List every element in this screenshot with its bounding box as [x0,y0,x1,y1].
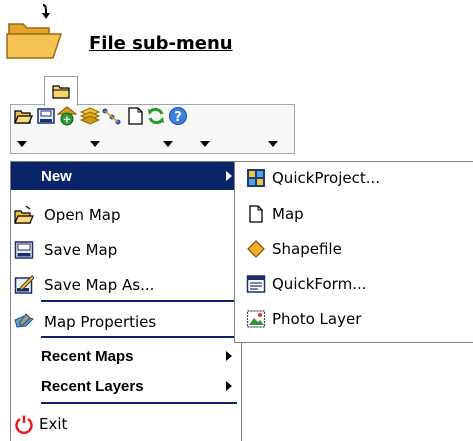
folder-tab-icon [52,85,70,99]
svg-text:?: ? [174,110,182,125]
menu-item-label: New [41,168,72,185]
quick-form-icon [246,275,266,293]
connect-icon[interactable] [101,106,121,126]
menu-item-label: Save Map [44,241,118,259]
document-dropdown-arrow-icon[interactable] [200,141,210,147]
save-icon[interactable] [36,106,56,126]
exit-icon [15,415,33,434]
submenu-arrow-icon [226,381,232,391]
svg-text:+: + [63,115,71,126]
menu-item-label: Recent Maps [41,348,134,365]
menu-item-label: Save Map As... [44,276,155,294]
connect-dropdown-arrow-icon[interactable] [163,141,173,147]
submenu-item-map[interactable]: Map [235,199,472,229]
open-folder-icon [6,4,63,59]
submenu-item-label: Map [272,205,304,223]
new-submenu: QuickProject... Map Shapefile QuickForm.… [234,161,473,343]
submenu-item-label: Photo Layer [272,310,362,328]
shapefile-icon [247,240,265,258]
add-layer-dropdown-arrow-icon[interactable] [90,141,100,147]
submenu-item-label: QuickProject... [272,169,381,187]
file-menu: New Open Map Save Map Save Map As... Map… [10,161,242,441]
submenu-item-shapefile[interactable]: Shapefile [235,234,472,264]
open-map-icon [14,205,34,224]
help-dropdown-arrow-icon[interactable] [268,141,278,147]
menu-item-save-map-as[interactable]: Save Map As... [11,271,241,299]
submenu-arrow-icon [226,171,232,181]
save-map-as-icon [14,275,34,294]
save-map-icon [14,241,34,259]
quick-project-icon [247,169,265,187]
page-title: File sub-menu [89,33,233,54]
menu-item-exit[interactable]: Exit [11,410,241,438]
menu-item-save-map[interactable]: Save Map [11,236,241,264]
add-layer-icon[interactable]: + [57,106,77,126]
file-dropdown-arrow-icon[interactable] [17,141,27,147]
menu-item-label: Map Properties [44,313,157,331]
menu-item-recent-maps[interactable]: Recent Maps [11,342,241,370]
photo-layer-icon [246,310,266,328]
map-document-icon [249,205,263,223]
submenu-arrow-icon [226,351,232,361]
menu-separator [41,300,237,302]
menu-item-label: Exit [39,415,68,433]
menu-item-new[interactable]: New [11,162,241,190]
submenu-item-label: Shapefile [272,240,342,258]
submenu-item-photo-layer[interactable]: Photo Layer [235,304,472,334]
file-menu-icon[interactable] [13,106,33,126]
submenu-item-quick-form[interactable]: QuickForm... [235,269,472,299]
menu-separator [41,336,237,338]
toolbar-folder-tab[interactable] [44,76,78,106]
menu-item-open-map[interactable]: Open Map [11,201,241,229]
menu-separator [41,402,237,404]
help-icon[interactable]: ? [168,106,188,126]
document-icon[interactable] [125,106,145,126]
submenu-item-label: QuickForm... [272,275,367,293]
layers-icon[interactable] [80,106,100,126]
refresh-icon[interactable] [146,106,166,126]
map-properties-icon [14,313,34,328]
menu-item-label: Recent Layers [41,378,144,395]
menu-item-map-properties[interactable]: Map Properties [11,308,241,336]
menu-item-recent-layers[interactable]: Recent Layers [11,372,241,400]
menu-item-label: Open Map [44,206,121,224]
submenu-item-quick-project[interactable]: QuickProject... [235,163,472,193]
